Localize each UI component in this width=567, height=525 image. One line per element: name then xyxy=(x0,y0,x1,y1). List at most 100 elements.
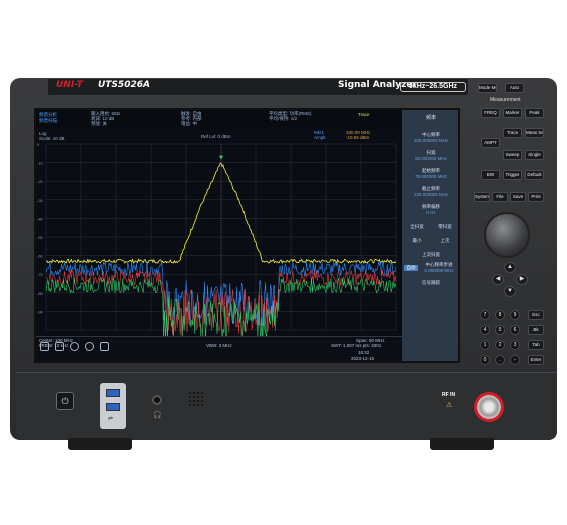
meas-setup-key[interactable]: Meas Setup xyxy=(525,128,544,138)
frequency-range-badge: 9kHz~26.5GHz xyxy=(400,82,466,92)
y-tick-label: -10 xyxy=(37,161,44,166)
ampt-key[interactable]: AMPT xyxy=(481,138,500,148)
number-pad: 7 8 9 4 5 6 1 2 3 0. - Esc Bk Tab Enter xyxy=(480,310,546,372)
arrow-down-key[interactable]: ▼ xyxy=(504,286,516,297)
last-span-button[interactable]: 上次 xyxy=(432,238,458,244)
side-key-tab[interactable]: Tab xyxy=(528,340,544,350)
clock-date: 2023-12-15 xyxy=(351,356,375,361)
bw-key[interactable]: BW xyxy=(481,170,500,180)
headphone-jack[interactable] xyxy=(152,395,162,405)
folder-icon[interactable] xyxy=(55,342,64,351)
single-key[interactable]: Single xyxy=(525,150,544,160)
center-step-value: 5.000000 MHz xyxy=(424,268,454,273)
usb-icon: ⇌ xyxy=(108,416,114,422)
freq-key[interactable]: FREQ xyxy=(481,108,500,118)
y-tick-label: -20 xyxy=(37,179,44,184)
help-icon[interactable] xyxy=(85,342,94,351)
menu-value: 50.000000 MHz xyxy=(415,156,447,161)
trace-key[interactable]: Trace xyxy=(503,128,522,138)
num-key[interactable]: - xyxy=(510,355,520,365)
power-button[interactable]: ⏻ xyxy=(56,392,74,410)
num-key[interactable]: 0 xyxy=(480,355,490,365)
menu-item-center-freq[interactable]: 中心频率 100.000000 MHz xyxy=(404,132,458,143)
default-key[interactable]: Default xyxy=(525,170,544,180)
menu-item-freq-offset[interactable]: 频率偏移 0 Hz xyxy=(404,204,458,215)
brand-logo: UNI-T xyxy=(56,80,83,90)
print-key[interactable]: Print xyxy=(528,192,544,202)
num-key[interactable]: 8 xyxy=(495,310,505,320)
num-key[interactable]: 9 xyxy=(510,310,520,320)
arrow-left-key[interactable]: ◀ xyxy=(492,274,504,285)
gain-status: 增益: 中 xyxy=(181,121,198,126)
scale-label: Scale: 10 dB xyxy=(39,136,65,141)
menu-item-stop-freq[interactable]: 截止频率 125.000000 MHz xyxy=(404,186,458,197)
num-key[interactable]: 4 xyxy=(480,325,490,335)
full-span-button[interactable]: 全扫宽 xyxy=(404,224,430,230)
menu-value: 75.000000 MHz xyxy=(415,174,447,179)
rf-in-label: RF IN xyxy=(442,392,456,398)
frequency-menu-panel: 频率 中心频率 100.000000 MHz 扫宽 50.000000 MHz 起始… xyxy=(402,110,458,361)
menu-item-start-freq[interactable]: 起始频率 75.000000 MHz xyxy=(404,168,458,179)
vbw-value: VBW: 3 MHz xyxy=(206,343,232,348)
y-tick-label: -50 xyxy=(37,235,44,240)
y-tick-label: -90 xyxy=(37,309,44,314)
mode-key[interactable]: Mode Mode xyxy=(478,83,497,93)
menu-value: 0 Hz xyxy=(426,210,436,215)
trigger-key[interactable]: Trigger xyxy=(503,170,522,180)
spectrum-plot[interactable]: Log Scale: 10 dB Ref Lvl: 0 dBm Mkr1 100… xyxy=(36,130,402,343)
model-label: UTS5026A xyxy=(98,80,150,90)
num-key[interactable]: 6 xyxy=(510,325,520,335)
right-foot xyxy=(430,438,494,450)
side-key-enter[interactable]: Enter xyxy=(528,355,544,365)
sweep-time: SWT: 1.007 ms pts: 4001 xyxy=(331,343,382,348)
side-key-bk[interactable]: Bk xyxy=(528,325,544,335)
marker-value: -10.65 dBm xyxy=(346,135,370,140)
y-tick-label: -80 xyxy=(37,291,44,296)
peak-key[interactable]: Peak xyxy=(525,108,544,118)
sweep-key[interactable]: Sweep xyxy=(503,150,522,160)
y-tick-label: -70 xyxy=(37,272,44,277)
panel-title: 频率 xyxy=(425,115,436,121)
screen-header: 频谱分析 频谱扫描 输入阻抗: 50Ω 衰减: 10 dB 预放: 关 触发: … xyxy=(36,110,402,130)
headphone-icon: 🎧 xyxy=(153,412,162,419)
marker-key[interactable]: Marker xyxy=(503,108,522,118)
arrow-up-key[interactable]: ▲ xyxy=(504,262,516,273)
usb-port-2[interactable] xyxy=(106,403,120,411)
menu-value: 125.000000 MHz xyxy=(413,192,449,197)
screenshot-icon[interactable] xyxy=(40,342,49,351)
auto-key[interactable]: Auto xyxy=(505,83,524,93)
display-screen[interactable]: 频谱分析 频谱扫描 输入阻抗: 50Ω 衰减: 10 dB 预放: 关 触发: … xyxy=(34,108,460,363)
marker-ampt-label: Amplt xyxy=(314,135,326,140)
num-key[interactable]: 7 xyxy=(480,310,490,320)
rotary-knob[interactable] xyxy=(484,212,530,258)
gear-icon[interactable] xyxy=(70,342,79,351)
save-key[interactable]: Save xyxy=(510,192,526,202)
last-span-label: 上次扫宽 xyxy=(422,252,440,257)
plot-background xyxy=(36,130,402,336)
warning-icon: ⚠ xyxy=(446,402,453,409)
usb-panel: ⇌ xyxy=(100,383,126,429)
menu-value: 100.000000 MHz xyxy=(413,138,449,143)
min-span-button[interactable]: 最小 xyxy=(404,238,430,244)
side-key-esc[interactable]: Esc xyxy=(528,310,544,320)
save-icon[interactable] xyxy=(100,342,109,351)
signal-track-button[interactable]: 信号跟踪 xyxy=(404,280,458,286)
file-key[interactable]: File xyxy=(492,192,508,202)
rf-in-connector[interactable] xyxy=(474,392,504,422)
mode-sub-label: 频谱扫描 xyxy=(39,118,57,123)
trace-indicator[interactable]: Trace xyxy=(358,112,369,117)
num-key[interactable]: 1 xyxy=(480,340,490,350)
num-key[interactable]: 3 xyxy=(510,340,520,350)
preamp: 预放: 关 xyxy=(91,121,108,126)
auto-step-toggle[interactable]: 自动 xyxy=(404,265,418,271)
zero-span-button[interactable]: 零扫宽 xyxy=(432,224,458,230)
num-key[interactable]: 2 xyxy=(495,340,505,350)
num-key[interactable]: . xyxy=(495,355,505,365)
usb-port-1[interactable] xyxy=(106,389,120,397)
system-key[interactable]: System xyxy=(474,192,490,202)
clock-time: 16:32 xyxy=(358,350,370,355)
menu-item-span[interactable]: 扫宽 50.000000 MHz xyxy=(404,150,458,161)
arrow-right-key[interactable]: ▶ xyxy=(516,274,528,285)
num-key[interactable]: 5 xyxy=(495,325,505,335)
lower-panel: ⏻ ⇌ 🎧 RF IN ⚠ xyxy=(16,372,557,440)
